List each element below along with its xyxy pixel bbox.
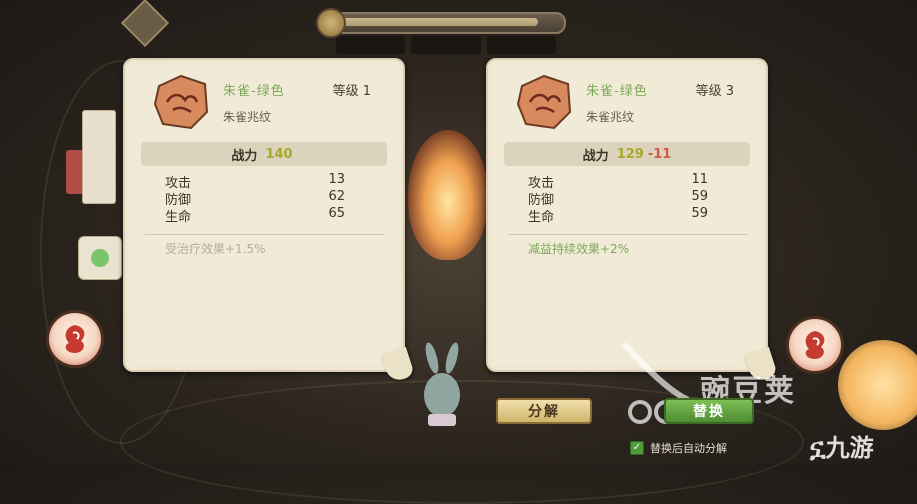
equipped-rune-card: 朱雀-绿色 等级 1 朱雀兆纹 战力 140 攻击 13 防御 62 生命 65… (123, 58, 405, 372)
green-orb-icon[interactable] (78, 236, 122, 280)
power-row: 战力 140 (141, 142, 387, 166)
decompose-button[interactable]: 分解 (496, 398, 592, 424)
rune-name: 朱雀-绿色 (586, 84, 648, 99)
stat-value: 11 (691, 172, 708, 187)
top-tab[interactable] (411, 36, 481, 54)
compass-icon[interactable] (120, 0, 170, 48)
auto-decompose-label: 替换后自动分解 (650, 442, 727, 455)
candidate-rune-card: 朱雀-绿色 等级 3 朱雀兆纹 战力 129 -11 攻击 11 防御 59 生… (486, 58, 768, 372)
rune-effect: 减益持续效果+2% (528, 242, 630, 256)
power-delta: -11 (647, 146, 672, 162)
rune-stone-icon (153, 74, 209, 130)
rune-level: 等级 3 (695, 84, 734, 99)
top-tab[interactable] (486, 36, 556, 54)
stat-value: 59 (691, 189, 708, 204)
stat-value: 65 (328, 206, 345, 221)
progress-fill (336, 18, 538, 26)
stat-row-attack: 攻击 11 (528, 172, 708, 191)
power-row: 战力 129 -11 (504, 142, 750, 166)
rune-name: 朱雀-绿色 (223, 84, 285, 99)
auto-decompose-option[interactable]: ✓ 替换后自动分解 (630, 440, 727, 456)
glow-orb (838, 340, 917, 430)
stat-row-health: 生命 65 (165, 206, 345, 225)
rune-subtitle: 朱雀兆纹 (223, 110, 272, 124)
progress-cap-icon (316, 8, 346, 38)
power-label: 战力 (231, 148, 258, 164)
stat-label: 生命 (528, 210, 555, 225)
replace-button[interactable]: 替换 (664, 398, 754, 424)
stat-value: 13 (328, 172, 345, 187)
stat-row-attack: 攻击 13 (165, 172, 345, 191)
phoenix-flame (408, 130, 488, 260)
stat-row-defense: 防御 62 (165, 189, 345, 208)
stat-value: 62 (328, 189, 345, 204)
watermark-label: 九游 (825, 434, 874, 462)
card-divider (145, 234, 385, 235)
power-value: 140 (265, 146, 293, 162)
power-label: 战力 (582, 148, 609, 164)
watermark-text: ኗ九游 (810, 428, 874, 464)
rune-subtitle: 朱雀兆纹 (586, 110, 635, 124)
nine-you-logo-icon: ኗ (810, 433, 826, 463)
rune-level: 等级 1 (332, 84, 371, 99)
side-panel-tab[interactable] (82, 110, 116, 204)
top-tabs (336, 36, 556, 54)
top-tab[interactable] (336, 36, 406, 54)
progress-bar (330, 12, 566, 34)
stat-row-health: 生命 59 (528, 206, 708, 225)
phoenix-avatar-left[interactable] (46, 310, 104, 368)
stat-label: 生命 (165, 210, 192, 225)
rune-effect: 受治疗效果+1.5% (165, 242, 266, 256)
spirit-creature (424, 342, 460, 426)
auto-decompose-checkbox[interactable]: ✓ (630, 441, 644, 455)
card-divider (508, 234, 748, 235)
stat-value: 59 (691, 206, 708, 221)
power-value: 129 (616, 146, 644, 162)
rune-stone-icon (516, 74, 572, 130)
stat-row-defense: 防御 59 (528, 189, 708, 208)
